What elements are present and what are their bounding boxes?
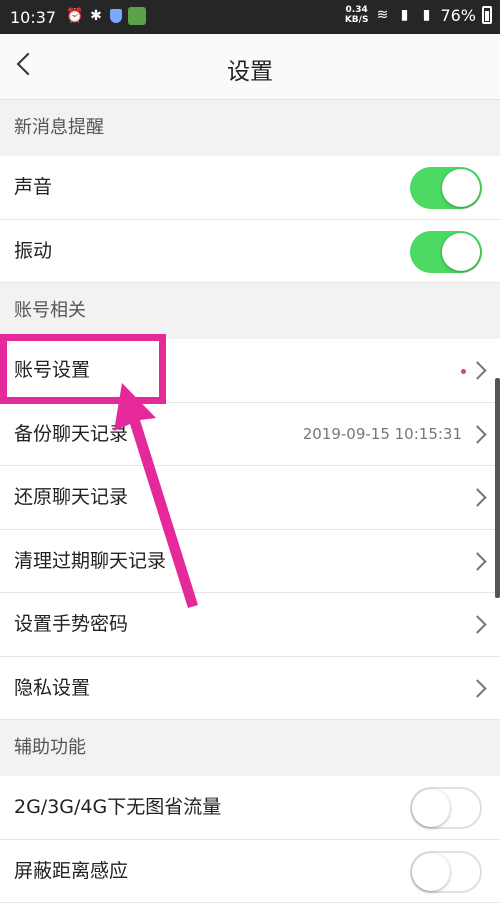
annotation-arrow-icon	[0, 0, 500, 889]
